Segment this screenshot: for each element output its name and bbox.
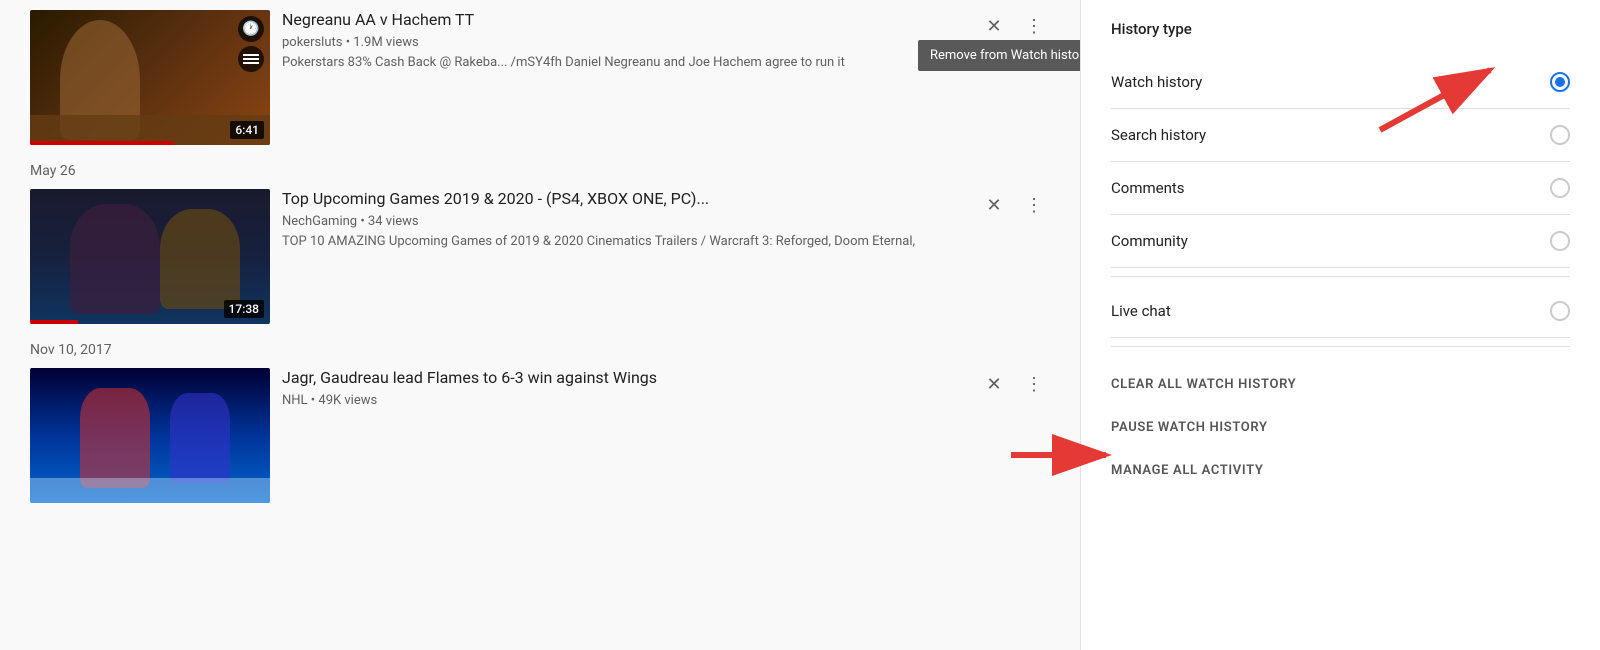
comments-radio[interactable] — [1550, 178, 1570, 198]
clock-icon: 🕐 — [238, 16, 264, 42]
video-actions-games: ✕ ⋮ — [978, 189, 1050, 221]
video-info-hockey: ✕ ⋮ Jagr, Gaudreau lead Flames to 6-3 wi… — [270, 368, 1050, 412]
right-panel: History type Watch history Search histor… — [1080, 0, 1600, 650]
video-info-games: ✕ ⋮ Top Upcoming Games 2019 & 2020 - (PS… — [270, 189, 1050, 251]
close-icon: ✕ — [986, 374, 1001, 395]
close-button-games[interactable]: ✕ — [978, 189, 1010, 221]
close-icon: ✕ — [986, 195, 1001, 216]
community-label: Community — [1111, 232, 1188, 250]
action-links: CLEAR ALL WATCH HISTORY PAUSE WATCH HIST… — [1111, 363, 1570, 492]
video-description-games: TOP 10 AMAZING Upcoming Games of 2019 & … — [282, 233, 1038, 251]
video-channel-hockey: NHL • 49K views — [282, 393, 1038, 408]
watch-history-label: Watch history — [1111, 73, 1202, 91]
more-button[interactable]: ⋮ — [1018, 10, 1050, 42]
video-title-hockey[interactable]: Jagr, Gaudreau lead Flames to 6-3 win ag… — [282, 368, 1038, 389]
more-button-hockey[interactable]: ⋮ — [1018, 368, 1050, 400]
close-button[interactable]: ✕ Remove from Watch history — [978, 10, 1010, 42]
video-item-hockey: ✕ ⋮ Jagr, Gaudreau lead Flames to 6-3 wi… — [30, 368, 1050, 503]
history-option-comments[interactable]: Comments — [1111, 162, 1570, 215]
search-history-label: Search history — [1111, 126, 1206, 144]
video-info-poker: ✕ Remove from Watch history ⋮ Negreanu A… — [270, 10, 1050, 72]
video-actions-hockey: ✕ ⋮ — [978, 368, 1050, 400]
more-button-games[interactable]: ⋮ — [1018, 189, 1050, 221]
more-icon: ⋮ — [1025, 16, 1043, 37]
video-item-poker: 🕐 6:41 ✕ Remove from Watch history ⋮ Neg… — [30, 10, 1050, 145]
pause-history-link[interactable]: PAUSE WATCH HISTORY — [1111, 406, 1570, 449]
thumbnail-poker[interactable]: 🕐 6:41 — [30, 10, 270, 145]
video-title-games[interactable]: Top Upcoming Games 2019 & 2020 - (PS4, X… — [282, 189, 1038, 210]
date-label-nov10: Nov 10, 2017 — [30, 342, 1050, 358]
close-button-hockey[interactable]: ✕ — [978, 368, 1010, 400]
lines-icon — [238, 46, 264, 72]
divider-2 — [1111, 346, 1570, 347]
progress-bar-games — [30, 320, 78, 324]
thumbnail-hockey[interactable] — [30, 368, 270, 503]
video-channel-games: NechGaming • 34 views — [282, 214, 1038, 229]
main-content: 🕐 6:41 ✕ Remove from Watch history ⋮ Neg… — [0, 0, 1080, 650]
clear-history-link[interactable]: CLEAR ALL WATCH HISTORY — [1111, 363, 1570, 406]
watch-history-radio[interactable] — [1550, 72, 1570, 92]
history-option-livechat[interactable]: Live chat — [1111, 285, 1570, 338]
divider — [1111, 276, 1570, 277]
more-icon: ⋮ — [1025, 195, 1043, 216]
duration-badge-games: 17:38 — [224, 300, 264, 318]
video-actions: ✕ Remove from Watch history ⋮ — [978, 10, 1050, 42]
remove-tooltip: Remove from Watch history — [918, 40, 1080, 71]
history-option-search[interactable]: Search history — [1111, 109, 1570, 162]
progress-bar — [30, 141, 174, 145]
history-type-title: History type — [1111, 20, 1570, 38]
close-icon: ✕ — [986, 16, 1001, 37]
livechat-label: Live chat — [1111, 302, 1171, 320]
video-title[interactable]: Negreanu AA v Hachem TT — [282, 10, 1038, 31]
search-history-radio[interactable] — [1550, 125, 1570, 145]
history-option-watch[interactable]: Watch history — [1111, 56, 1570, 109]
thumbnail-games[interactable]: 17:38 — [30, 189, 270, 324]
community-radio[interactable] — [1550, 231, 1570, 251]
duration-badge: 6:41 — [230, 121, 264, 139]
video-item-games: 17:38 ✕ ⋮ Top Upcoming Games 2019 & 2020… — [30, 189, 1050, 324]
livechat-radio[interactable] — [1550, 301, 1570, 321]
history-option-community[interactable]: Community — [1111, 215, 1570, 268]
comments-label: Comments — [1111, 179, 1185, 197]
more-icon: ⋮ — [1025, 374, 1043, 395]
manage-activity-link[interactable]: MANAGE ALL ACTIVITY — [1111, 449, 1570, 492]
date-label-may26: May 26 — [30, 163, 1050, 179]
